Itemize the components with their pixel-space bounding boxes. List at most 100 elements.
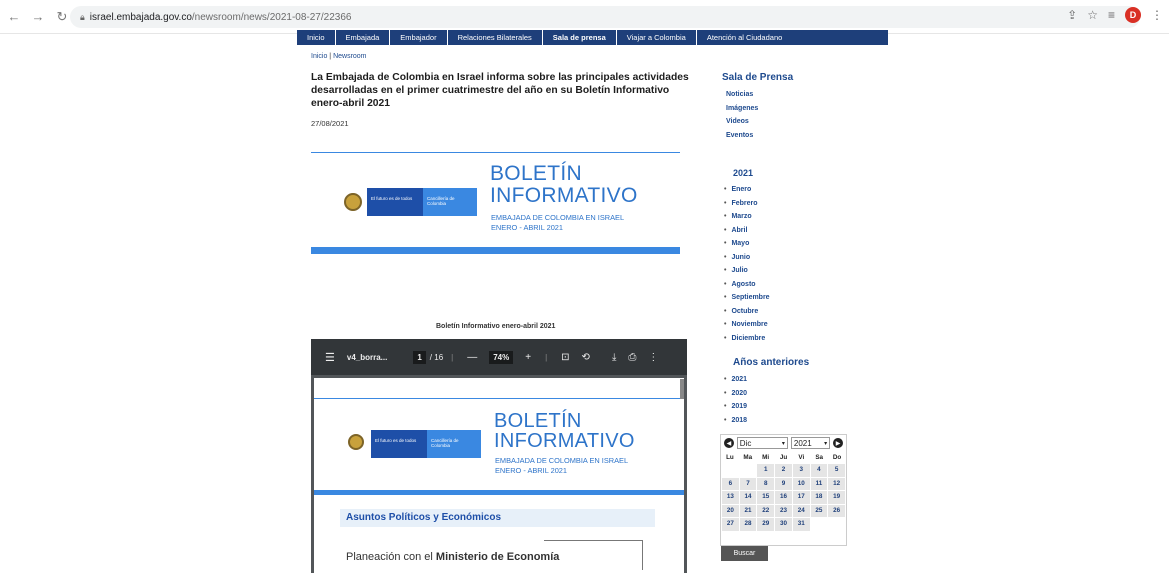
calendar-day[interactable]: 8 <box>757 477 775 490</box>
profile-avatar[interactable]: D <box>1125 7 1141 23</box>
month-link[interactable]: Julio <box>724 267 770 281</box>
zoom-in-icon[interactable]: + <box>525 352 531 363</box>
calendar-day[interactable]: 26 <box>828 504 845 517</box>
pdf-banner-subtitle: EMBAJADA DE COLOMBIA EN ISRAEL ENERO - A… <box>495 456 628 476</box>
subheading-prefix: Planeación con el <box>346 551 436 563</box>
sidebar-link[interactable]: Videos <box>726 118 758 132</box>
month-link[interactable]: Junio <box>724 254 770 268</box>
calendar-day[interactable]: 9 <box>775 477 792 490</box>
nav-item[interactable]: Viajar a Colombia <box>617 30 696 45</box>
subheading-bold: Ministerio de Economía <box>435 551 560 563</box>
calendar-day[interactable]: 14 <box>739 491 757 504</box>
month-link[interactable]: Mayo <box>724 240 770 254</box>
rotate-icon[interactable]: ⟲ <box>582 352 590 363</box>
breadcrumb-home[interactable]: Inicio <box>311 53 327 60</box>
calendar-day[interactable]: 27 <box>722 518 739 531</box>
address-bar[interactable]: 🔒︎ israel.embajada.gov.co/newsroom/news/… <box>70 6 1140 28</box>
calendar-day[interactable]: 1 <box>757 464 775 477</box>
calendar-day[interactable]: 28 <box>739 518 757 531</box>
browser-menu-icon[interactable]: ⋮ <box>1151 8 1163 22</box>
calendar-day[interactable]: 29 <box>757 518 775 531</box>
sidebar-link[interactable]: Eventos <box>726 132 758 146</box>
calendar-day[interactable]: 16 <box>775 491 792 504</box>
pdf-subheading: Planeación con el Ministerio de Economía <box>346 551 559 563</box>
menu-icon[interactable]: ☰ <box>325 351 335 364</box>
next-month-icon[interactable]: ▶ <box>833 438 843 448</box>
pdf-zoom-input[interactable]: 74% <box>489 350 514 364</box>
calendar-day[interactable]: 15 <box>757 491 775 504</box>
calendar-day[interactable]: 12 <box>828 477 845 490</box>
nav-item[interactable]: Atención al Ciudadano <box>697 30 792 45</box>
month-link[interactable]: Enero <box>724 186 770 200</box>
calendar-day[interactable]: 19 <box>828 491 845 504</box>
nav-item[interactable]: Inicio <box>297 30 335 45</box>
month-link[interactable]: Marzo <box>724 213 770 227</box>
logo-left-text: El futuro es de todos <box>371 430 427 458</box>
more-options-icon[interactable]: ⋮ <box>648 352 658 363</box>
year-link[interactable]: 2021 <box>724 376 747 390</box>
pdf-page-input[interactable]: 1 <box>413 350 426 364</box>
month-link[interactable]: Diciembre <box>724 335 770 349</box>
download-icon[interactable]: ⤓ <box>612 352 616 363</box>
back-arrow-icon[interactable]: ← <box>4 7 24 27</box>
calendar-day[interactable]: 5 <box>828 464 845 477</box>
reading-list-icon[interactable]: ≡ <box>1108 8 1115 22</box>
calendar-day[interactable]: 6 <box>722 477 739 490</box>
calendar-day[interactable]: 20 <box>722 504 739 517</box>
calendar-day[interactable]: 3 <box>792 464 810 477</box>
pdf-scrollbar[interactable] <box>680 379 684 399</box>
reload-icon[interactable]: ↻ <box>52 7 72 27</box>
nav-item[interactable]: Embajador <box>390 30 446 45</box>
pdf-toolbar: ☰ v4_borra... 1 / 16 | — 74% + | ⊡ ⟲ ⤓ ⎙… <box>311 339 687 375</box>
banner-title: BOLETÍN INFORMATIVO <box>490 163 638 207</box>
fit-page-icon[interactable]: ⊡ <box>561 352 569 363</box>
nav-item[interactable]: Sala de prensa <box>543 30 616 45</box>
logo-right-text: Cancillería de Colombia <box>427 430 481 458</box>
month-link[interactable]: Abril <box>724 227 770 241</box>
pdf-viewer[interactable]: ☰ v4_borra... 1 / 16 | — 74% + | ⊡ ⟲ ⤓ ⎙… <box>311 339 687 573</box>
forward-arrow-icon[interactable]: → <box>28 7 48 27</box>
pdf-bottom-bar <box>314 490 684 495</box>
month-link[interactable]: Octubre <box>724 308 770 322</box>
calendar-day[interactable]: 31 <box>792 518 810 531</box>
print-icon[interactable]: ⎙ <box>628 352 636 363</box>
prev-month-icon[interactable]: ◀ <box>724 438 734 448</box>
calendar-day[interactable]: 30 <box>775 518 792 531</box>
year-link[interactable]: 2019 <box>724 403 747 417</box>
calendar-day[interactable]: 7 <box>739 477 757 490</box>
weekday-label: Ju <box>779 454 788 461</box>
calendar-day[interactable]: 10 <box>792 477 810 490</box>
share-icon[interactable]: ⇪ <box>1067 8 1077 22</box>
calendar-day[interactable]: 13 <box>722 491 739 504</box>
calendar-day[interactable]: 2 <box>775 464 792 477</box>
year-link[interactable]: 2018 <box>724 417 747 431</box>
calendar-day[interactable]: 18 <box>810 491 828 504</box>
month-link[interactable]: Septiembre <box>724 294 769 308</box>
month-link[interactable]: Febrero <box>724 200 770 214</box>
sidebar-link[interactable]: Noticias <box>726 91 758 105</box>
calendar-day[interactable]: 21 <box>739 504 757 517</box>
nav-item[interactable]: Relaciones Bilaterales <box>448 30 542 45</box>
month-link[interactable]: Agosto <box>724 281 770 295</box>
banner-top-line <box>311 152 680 153</box>
calendar-day[interactable]: 11 <box>810 477 828 490</box>
zoom-out-icon[interactable]: — <box>467 352 477 363</box>
month-select[interactable]: Dic ▾ <box>736 437 788 449</box>
year-select[interactable]: 2021 ▾ <box>790 437 831 449</box>
sidebar-link[interactable]: Imágenes <box>726 105 758 119</box>
calendar-day[interactable]: 23 <box>775 504 792 517</box>
calendar-day[interactable]: 24 <box>792 504 810 517</box>
year-link[interactable]: 2020 <box>724 390 747 404</box>
bookmark-star-icon[interactable]: ☆ <box>1087 8 1098 22</box>
previous-years-title: Años anteriores <box>733 357 810 368</box>
month-link[interactable]: Noviembre <box>724 321 770 335</box>
calendar-day[interactable]: 22 <box>757 504 775 517</box>
nav-item[interactable]: Embajada <box>336 30 390 45</box>
breadcrumb-current[interactable]: Newsroom <box>333 53 366 60</box>
calendar-day[interactable]: 17 <box>792 491 810 504</box>
calendar-day[interactable]: 25 <box>810 504 828 517</box>
calendar-day[interactable]: 4 <box>810 464 828 477</box>
search-button[interactable]: Buscar <box>721 546 768 561</box>
weekday-label: Vi <box>798 454 805 461</box>
weekday-label: Sa <box>815 454 824 461</box>
